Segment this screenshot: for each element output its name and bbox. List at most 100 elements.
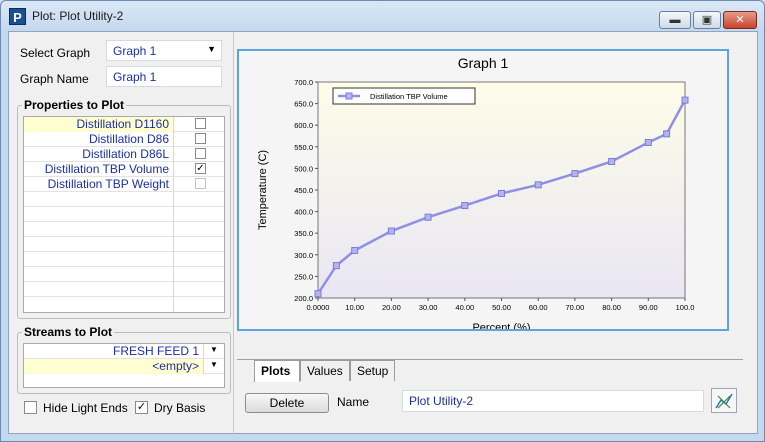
data-point	[461, 202, 469, 210]
x-tick-label: 0.0000	[307, 303, 330, 312]
plot-frame: Graph 1 200.0 250.0 300.0 350.0 400.0 450.0 50…	[237, 49, 729, 331]
select-graph-combo[interactable]: Graph 1 ▼	[106, 40, 222, 61]
plot-options-button[interactable]	[711, 388, 737, 413]
hide-light-ends-checkbox[interactable]	[24, 401, 37, 414]
y-tick-label: 550.0	[294, 143, 313, 152]
chevron-down-icon: ▼	[207, 44, 216, 54]
data-point	[571, 170, 579, 178]
stream-row[interactable]: FRESH FEED 1 ▼	[24, 344, 224, 359]
y-tick-label: 700.0	[294, 78, 313, 87]
graph-name-label: Graph Name	[20, 72, 89, 86]
data-point	[498, 189, 505, 197]
property-label: Distillation TBP Volume	[24, 162, 174, 177]
close-button[interactable]: ✕	[723, 11, 757, 29]
property-checkbox[interactable]	[195, 148, 206, 159]
data-point	[608, 157, 616, 165]
property-row[interactable]: Distillation D1160	[24, 117, 224, 132]
app-icon: P	[9, 8, 26, 25]
stream-row[interactable]: <empty> ▼	[24, 359, 224, 374]
legend-marker	[345, 92, 353, 100]
delete-button[interactable]: Delete	[245, 393, 329, 413]
property-checkbox-checked[interactable]: ✓	[195, 163, 206, 174]
x-axis-label: Percent (%)	[472, 322, 530, 329]
streams-grid: FRESH FEED 1 ▼ <empty> ▼	[23, 343, 225, 388]
y-tick-label: 300.0	[294, 251, 313, 260]
chevron-down-icon[interactable]: ▼	[210, 360, 218, 369]
empty-row	[24, 252, 224, 267]
y-tick-label: 200.0	[294, 294, 313, 303]
dry-basis-checkbox[interactable]: ✓	[135, 401, 148, 414]
graph-name-field[interactable]: Graph 1	[106, 66, 222, 87]
name-field[interactable]: Plot Utility-2	[402, 390, 704, 412]
data-point	[663, 130, 671, 138]
property-checkbox[interactable]	[195, 178, 206, 189]
y-tick-label: 600.0	[294, 121, 313, 130]
x-tick-label: 50.00	[492, 303, 511, 312]
tab-values[interactable]: Values	[300, 360, 350, 381]
maximize-icon: ▣	[701, 14, 713, 26]
data-point	[351, 246, 359, 254]
property-label: Distillation D1160	[24, 117, 174, 132]
properties-title: Properties to Plot	[22, 98, 127, 112]
properties-group: Properties to Plot Distillation D1160 Di…	[17, 98, 231, 319]
chart-settings-icon	[715, 393, 733, 409]
tab-setup[interactable]: Setup	[350, 360, 395, 381]
property-row[interactable]: Distillation D86	[24, 132, 224, 147]
y-tick-label: 500.0	[294, 164, 313, 173]
x-tick-label: 30.00	[419, 303, 438, 312]
close-icon: ✕	[735, 14, 745, 26]
data-point	[644, 138, 652, 146]
title-bar[interactable]: P Plot: Plot Utility-2 ▬ ▣ ✕	[1, 1, 764, 31]
x-tick-label: 80.00	[602, 303, 621, 312]
empty-row	[24, 222, 224, 237]
name-label: Name	[337, 395, 370, 409]
empty-row	[24, 192, 224, 207]
x-tick-label: 70.00	[566, 303, 585, 312]
window-title: Plot: Plot Utility-2	[32, 9, 124, 23]
y-tick-label: 450.0	[294, 186, 313, 195]
empty-row	[24, 207, 224, 222]
data-point	[534, 181, 542, 189]
y-tick-label: 400.0	[294, 208, 313, 217]
data-point	[681, 96, 689, 104]
minimize-icon: ▬	[669, 14, 681, 26]
property-checkbox[interactable]	[195, 118, 206, 129]
empty-row	[24, 282, 224, 297]
property-row[interactable]: Distillation D86L	[24, 147, 224, 162]
property-label: Distillation D86	[24, 132, 174, 147]
streams-title: Streams to Plot	[22, 325, 115, 339]
streams-group: Streams to Plot FRESH FEED 1 ▼ <empty> ▼	[17, 325, 231, 394]
y-tick-label: 250.0	[294, 272, 313, 281]
property-label: Distillation D86L	[24, 147, 174, 162]
splitter[interactable]	[233, 32, 234, 435]
x-tick-label: 90.00	[639, 303, 658, 312]
x-tick-label: 40.00	[455, 303, 474, 312]
property-checkbox[interactable]	[195, 133, 206, 144]
maximize-button[interactable]: ▣	[693, 11, 721, 29]
dry-basis-label: Dry Basis	[154, 401, 206, 415]
x-tick-label: 20.00	[382, 303, 401, 312]
y-tick-label: 650.0	[294, 100, 313, 109]
property-row[interactable]: Distillation TBP Volume ✓	[24, 162, 224, 177]
data-point	[314, 290, 322, 298]
data-point	[332, 262, 340, 270]
plot-window: P Plot: Plot Utility-2 ▬ ▣ ✕ Select Grap…	[0, 0, 765, 442]
property-row[interactable]: Distillation TBP Weight	[24, 177, 224, 192]
empty-row	[24, 297, 224, 312]
y-axis-label: Temperature (C)	[257, 150, 269, 230]
client-area: Select Graph Graph 1 ▼ Graph Name Graph …	[8, 31, 758, 435]
chevron-down-icon[interactable]: ▼	[210, 345, 218, 354]
data-point	[387, 227, 395, 235]
select-graph-label: Select Graph	[20, 46, 91, 60]
y-tick-label: 350.0	[294, 229, 313, 238]
properties-grid: Distillation D1160 Distillation D86 Dist…	[23, 116, 225, 313]
tab-plots[interactable]: Plots	[254, 360, 300, 382]
empty-row	[24, 237, 224, 252]
x-tick-label: 10.00	[345, 303, 364, 312]
property-label: Distillation TBP Weight	[24, 177, 174, 192]
stream-label: <empty>	[24, 359, 204, 374]
legend-label: Distillation TBP Volume	[370, 92, 448, 101]
minimize-button[interactable]: ▬	[659, 11, 691, 29]
x-tick-label: 60.00	[529, 303, 548, 312]
x-tick-label: 100.0	[676, 303, 695, 312]
